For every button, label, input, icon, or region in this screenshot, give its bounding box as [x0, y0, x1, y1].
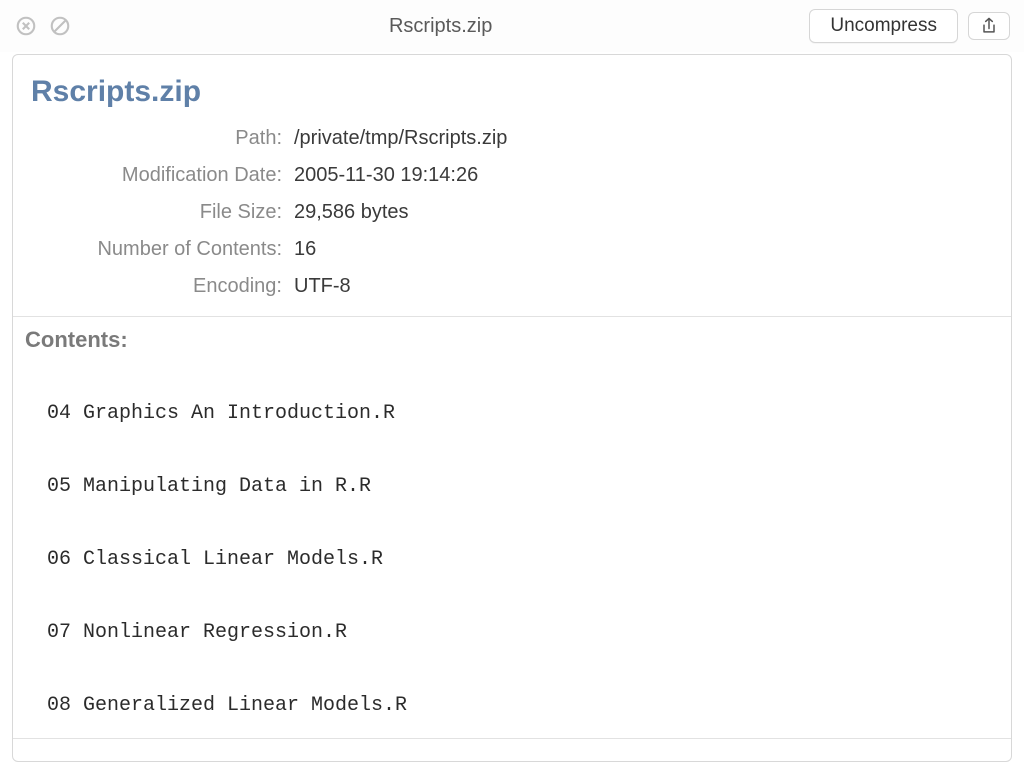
contents-heading: Contents: [25, 327, 999, 353]
prohibited-icon[interactable] [48, 14, 72, 38]
list-item: 07 Nonlinear Regression.R [47, 621, 999, 645]
window-title: Rscripts.zip [72, 15, 809, 38]
toolbar: Rscripts.zip Uncompress [0, 0, 1024, 52]
moddate-value: 2005-11-30 19:14:26 [294, 160, 993, 191]
path-value: /private/tmp/Rscripts.zip [294, 123, 993, 154]
share-icon [979, 16, 999, 36]
moddate-label: Modification Date: [47, 160, 282, 191]
metadata-grid: Path: /private/tmp/Rscripts.zip Modifica… [31, 123, 993, 302]
contents-list: 04 Graphics An Introduction.R 05 Manipul… [25, 353, 999, 739]
encoding-value: UTF-8 [294, 271, 993, 302]
share-button[interactable] [968, 12, 1010, 40]
list-item: 04 Graphics An Introduction.R [47, 402, 999, 426]
file-title: Rscripts.zip [31, 75, 993, 109]
count-label: Number of Contents: [47, 234, 282, 265]
list-item: 05 Manipulating Data in R.R [47, 475, 999, 499]
count-value: 16 [294, 234, 993, 265]
filesize-label: File Size: [47, 197, 282, 228]
encoding-label: Encoding: [47, 271, 282, 302]
info-panel: Rscripts.zip Path: /private/tmp/Rscripts… [12, 54, 1012, 762]
toolbar-right: Uncompress [809, 9, 1010, 43]
panel-footer [13, 739, 1011, 761]
close-icon[interactable] [14, 14, 38, 38]
panel-header: Rscripts.zip Path: /private/tmp/Rscripts… [13, 55, 1011, 316]
uncompress-button[interactable]: Uncompress [809, 9, 958, 43]
list-item: 08 Generalized Linear Models.R [47, 694, 999, 718]
filesize-value: 29,586 bytes [294, 197, 993, 228]
path-label: Path: [47, 123, 282, 154]
toolbar-left-icons [14, 14, 72, 38]
contents-section: Contents: 04 Graphics An Introduction.R … [13, 316, 1011, 739]
archive-info-window: Rscripts.zip Uncompress Rscripts.zip Pat… [0, 0, 1024, 778]
list-item: 06 Classical Linear Models.R [47, 548, 999, 572]
